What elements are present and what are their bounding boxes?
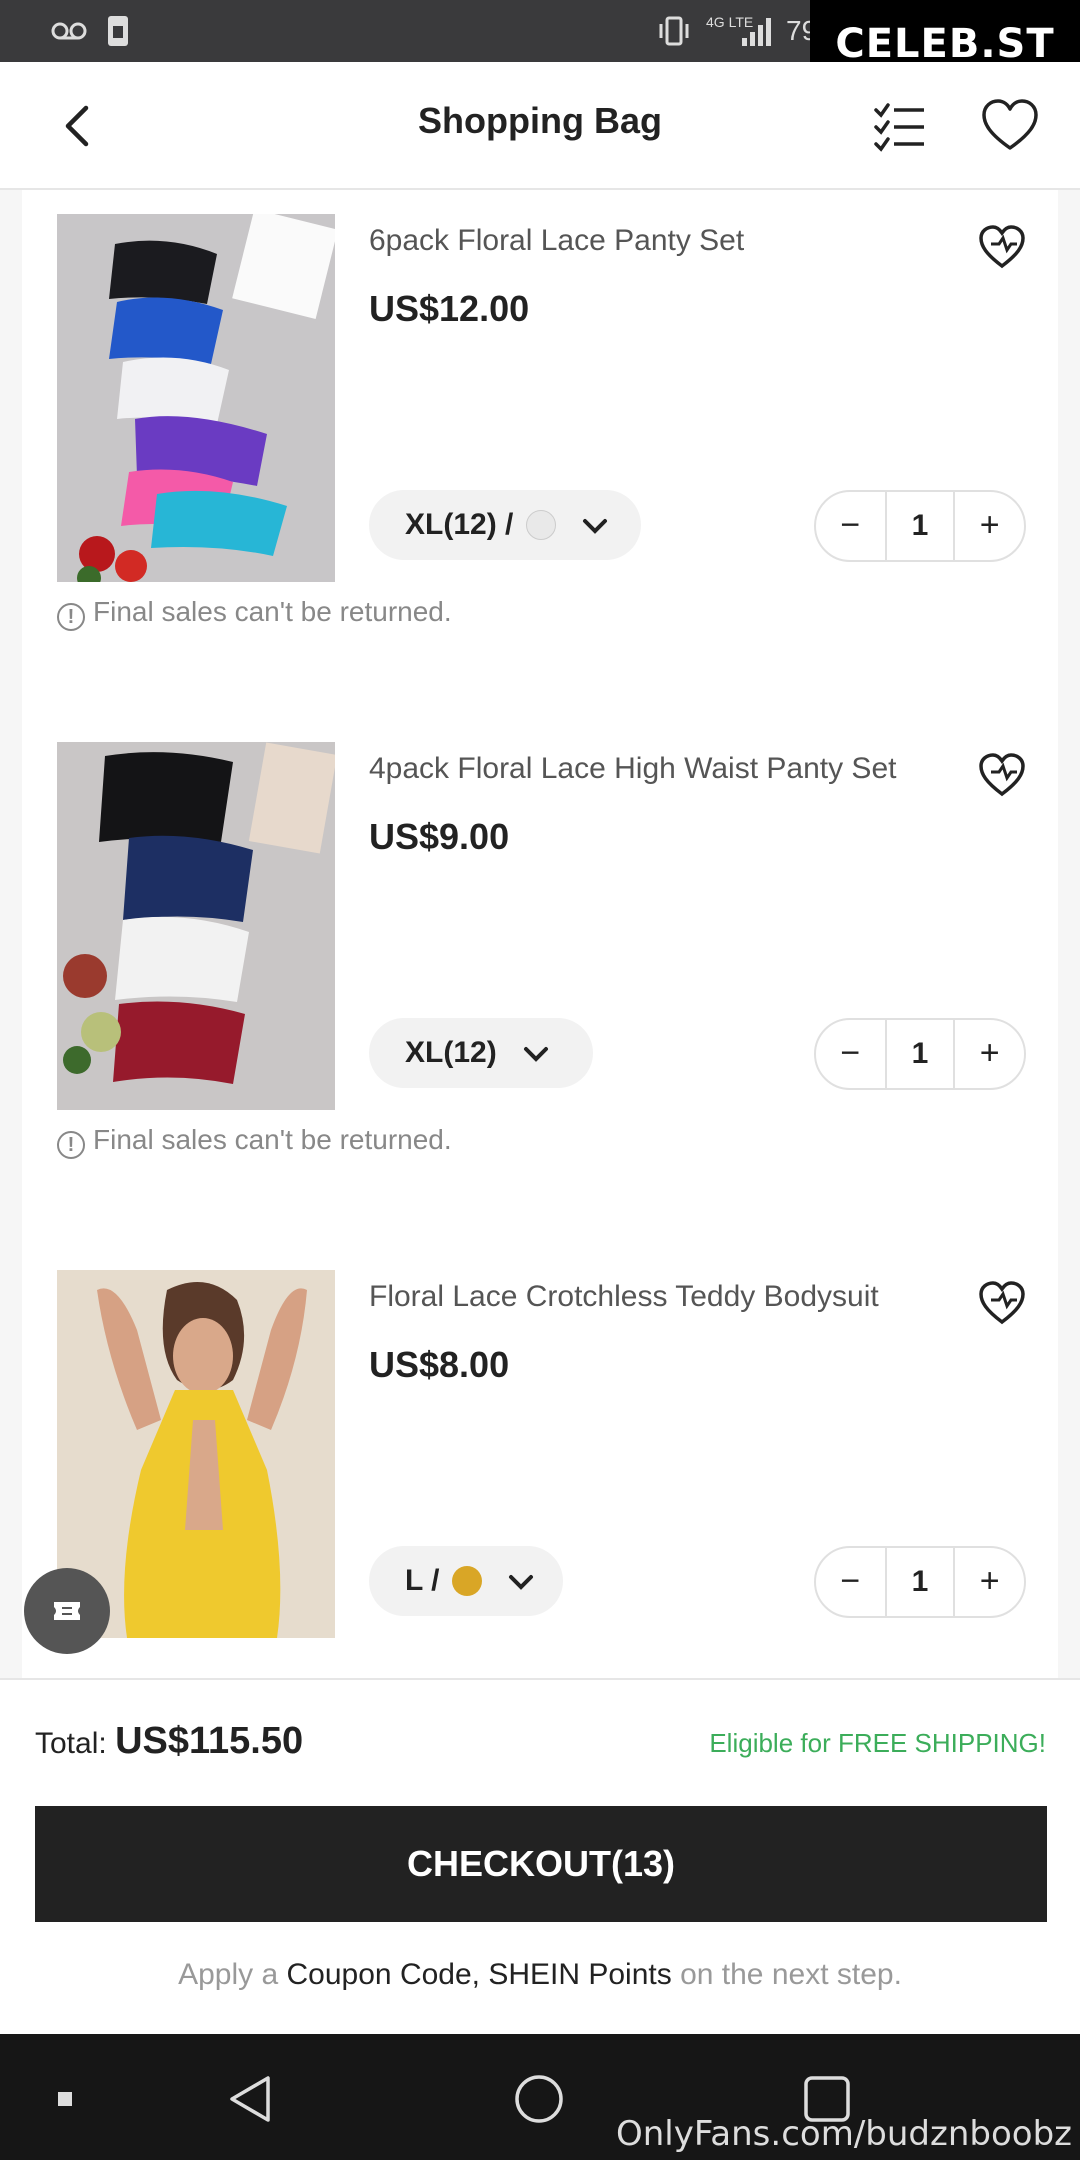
voicemail-icon [50,14,88,48]
heart-icon [982,99,1038,150]
size-value: XL(12) / [405,508,514,541]
quantity-stepper: − 1 + [814,1018,1026,1090]
vibrate-icon [656,14,692,48]
color-swatch [451,1566,482,1596]
coupon-points-text: Coupon Code, SHEIN Points [286,1958,672,1991]
signal-icon [740,14,776,48]
checklist-button[interactable] [870,96,930,156]
home-nav-button[interactable] [512,2072,566,2126]
final-sale-note: ! Final sales can't be returned. [57,1124,452,1159]
sim-icon [106,14,130,48]
final-sale-note: ! Final sales can't be returned. [57,596,452,631]
cart-item: 4pack Floral Lace High Waist Panty Set U… [22,718,1058,1246]
decrease-quantity-button[interactable]: − [816,1020,885,1088]
product-name[interactable]: 6pack Floral Lace Panty Set [369,224,744,258]
system-nav-bar: OnlyFans.com/budznboobz [0,2034,1080,2160]
chevron-down-icon [509,1575,534,1590]
heart-move-icon [979,753,1025,797]
cart-item: Floral Lace Crotchless Teddy Bodysuit US… [22,1246,1058,1678]
app-header: Shopping Bag [0,62,1080,190]
cart-item: 6pack Floral Lace Panty Set US$12.00 XL(… [22,190,1058,718]
color-swatch [525,510,556,540]
wishlist-button[interactable] [980,96,1040,156]
product-price: US$9.00 [369,816,510,857]
free-shipping-note: Eligible for FREE SHIPPING! [709,1728,1046,1758]
quantity-value: 1 [884,1548,956,1616]
decrease-quantity-button[interactable]: − [816,492,885,560]
quantity-value: 1 [884,492,956,560]
back-nav-button[interactable] [224,2072,278,2126]
chevron-down-icon [524,1047,549,1062]
cart-list: 6pack Floral Lace Panty Set US$12.00 XL(… [22,190,1058,1678]
heart-move-icon [979,1281,1025,1325]
info-icon: ! [57,603,85,631]
product-price: US$12.00 [369,288,530,329]
decrease-quantity-button[interactable]: − [816,1548,885,1616]
chevron-down-icon [583,519,608,534]
watermark-text: OnlyFans.com/budznboobz [615,2114,1072,2154]
info-icon: ! [57,1131,85,1159]
coupon-hint: Apply a Coupon Code, SHEIN Points on the… [178,1958,902,1991]
triangle-back-icon [230,2076,270,2122]
total-label: Total: [35,1727,107,1760]
size-selector[interactable]: XL(12) [369,1018,593,1088]
menu-nav-button[interactable] [38,2072,92,2126]
total-value: US$115.50 [115,1720,304,1762]
increase-quantity-button[interactable]: + [955,1020,1024,1088]
square-dot-icon [58,2092,72,2106]
circle-home-icon [515,2075,563,2123]
move-to-wishlist-button[interactable] [977,1278,1027,1328]
increase-quantity-button[interactable]: + [955,492,1024,560]
move-to-wishlist-button[interactable] [977,750,1027,800]
checkout-footer: Total: US$115.50 Eligible for FREE SHIPP… [0,1678,1080,2034]
heart-move-icon [979,225,1025,269]
ticket-icon [54,1602,80,1620]
checklist-icon [874,103,924,152]
product-name[interactable]: Floral Lace Crotchless Teddy Bodysuit [369,1280,879,1314]
size-value: L / [405,1564,440,1597]
coupon-button[interactable] [24,1568,110,1654]
quantity-stepper: − 1 + [814,1546,1026,1618]
product-price: US$8.00 [369,1344,510,1385]
product-name[interactable]: 4pack Floral Lace High Waist Panty Set [369,752,896,786]
size-color-selector[interactable]: L / [369,1546,563,1616]
quantity-value: 1 [884,1020,956,1088]
checkout-button[interactable]: CHECKOUT(13) [35,1806,1047,1922]
product-image[interactable] [57,214,335,582]
order-total: Total: US$115.50 [35,1720,303,1763]
quantity-stepper: − 1 + [814,490,1026,562]
size-value: XL(12) [405,1036,497,1069]
increase-quantity-button[interactable]: + [955,1548,1024,1616]
product-image[interactable] [57,742,335,1110]
move-to-wishlist-button[interactable] [977,222,1027,272]
size-color-selector[interactable]: XL(12) / [369,490,641,560]
